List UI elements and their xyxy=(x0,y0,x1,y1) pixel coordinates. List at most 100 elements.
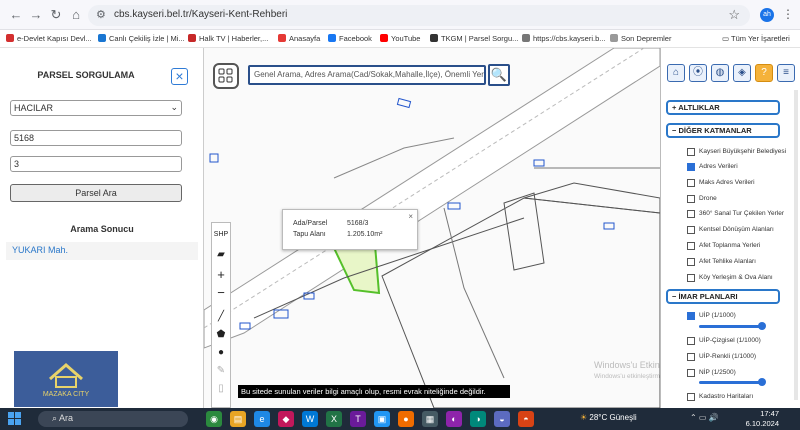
imar-checkbox[interactable] xyxy=(687,369,695,377)
map-view[interactable]: Genel Arama, Adres Arama(Cad/Sokak,Mahal… xyxy=(204,48,660,408)
site-info-icon[interactable]: ⚙ xyxy=(96,8,106,21)
measure-line-icon[interactable]: ╱ xyxy=(212,309,230,325)
windows-start-icon[interactable] xyxy=(8,412,22,426)
bookmark-favicon-icon xyxy=(6,34,14,42)
app-icon[interactable]: ▦ xyxy=(422,411,438,427)
close-button[interactable]: × xyxy=(171,68,188,85)
parsel-input[interactable]: 3 xyxy=(10,156,182,172)
polygon-icon[interactable]: ⬟ xyxy=(212,327,230,343)
layer-checkbox[interactable] xyxy=(687,258,695,266)
layer-checkbox[interactable] xyxy=(687,274,695,282)
address-bar[interactable]: ⚙ cbs.kayseri.bel.tr/Kayseri-Kent-Rehber… xyxy=(88,5,750,26)
bookmark-item[interactable]: Anasayfa xyxy=(278,34,320,43)
app-icon[interactable]: ◆ xyxy=(278,411,294,427)
popup-close-icon[interactable]: × xyxy=(408,212,413,221)
bookmark-item[interactable]: Halk TV | Haberler,... xyxy=(188,34,268,43)
section-imar-label: İMAR PLANLARI xyxy=(678,292,738,301)
app-icon[interactable]: ◒ xyxy=(494,411,510,427)
parcel-info-popup: × Ada/Parsel 5168/3 Tapu Alanı 1.205.10m… xyxy=(282,209,418,250)
hamburger-icon[interactable]: ≡ xyxy=(777,64,795,82)
building-marker xyxy=(533,159,545,167)
bookmark-item[interactable]: https://cbs.kayseri.b... xyxy=(522,34,606,43)
parcel-search-button[interactable]: Parsel Ara xyxy=(10,184,182,202)
imar-checkbox[interactable] xyxy=(687,393,695,401)
opacity-slider[interactable] xyxy=(699,322,766,330)
layer-checkbox[interactable] xyxy=(687,195,695,203)
bookmark-favicon-icon xyxy=(328,34,336,42)
section-imar[interactable]: − İMAR PLANLARI xyxy=(666,289,780,304)
back-icon[interactable]: ← xyxy=(8,7,24,23)
scrollbar[interactable] xyxy=(794,90,798,400)
home-icon[interactable]: ⌂ xyxy=(68,7,84,23)
map-search-button[interactable]: 🔍 xyxy=(488,64,510,86)
layer-checkbox[interactable] xyxy=(687,148,695,156)
globe-icon[interactable]: ◍ xyxy=(711,64,729,82)
home-map-icon[interactable]: ⌂ xyxy=(667,64,685,82)
help-icon[interactable]: ? xyxy=(755,64,773,82)
app-icon[interactable]: ● xyxy=(398,411,414,427)
layer-checkbox[interactable] xyxy=(687,242,695,250)
bookmark-star-icon[interactable]: ☆ xyxy=(728,7,740,23)
profile-avatar[interactable]: ah xyxy=(760,8,774,22)
app-icon[interactable]: ◓ xyxy=(518,411,534,427)
layer-checkbox[interactable] xyxy=(687,163,695,171)
bookmark-item[interactable]: TKGM | Parsel Sorgu... xyxy=(430,34,518,43)
edit-icon[interactable]: ✎ xyxy=(212,363,230,379)
bookmark-item[interactable]: Facebook xyxy=(328,34,372,43)
excel-icon[interactable]: X xyxy=(326,411,342,427)
layer-checkbox[interactable] xyxy=(687,210,695,218)
trash-icon[interactable]: ▯ xyxy=(212,381,230,397)
imar-checkbox[interactable] xyxy=(687,312,695,320)
bookmark-item[interactable]: Canlı Çekiliş İzle | Mi... xyxy=(98,34,185,43)
app-icon[interactable]: ◑ xyxy=(470,411,486,427)
map-search-input[interactable]: Genel Arama, Adres Arama(Cad/Sokak,Mahal… xyxy=(248,65,486,85)
chevron-down-icon: ⌄ xyxy=(170,102,178,112)
bookmark-label: Canlı Çekiliş İzle | Mi... xyxy=(109,34,185,43)
word-icon[interactable]: W xyxy=(302,411,318,427)
teams-icon[interactable]: T xyxy=(350,411,366,427)
layer-checkbox[interactable] xyxy=(687,226,695,234)
file-explorer-icon[interactable]: ▤ xyxy=(230,411,246,427)
bookmark-item[interactable]: e-Devlet Kapısı Devl... xyxy=(6,34,92,43)
menu-icon[interactable]: ⋮ xyxy=(782,7,794,21)
bookmark-item[interactable]: YouTube xyxy=(380,34,420,43)
slider-knob[interactable] xyxy=(758,322,766,330)
grid-menu-button[interactable] xyxy=(213,63,239,89)
windows-activation-watermark: Windows'u Etkinleştir Windows'u etkinleş… xyxy=(594,360,660,382)
tapu-area-value: 1.205.10m² xyxy=(347,231,383,238)
edge-icon[interactable]: e xyxy=(254,411,270,427)
system-tray[interactable]: ⌃ ▭ 🔊 xyxy=(690,413,719,422)
all-bookmarks[interactable]: ▭ Tüm Yer İşaretleri xyxy=(722,34,790,43)
layers-icon[interactable]: ◈ xyxy=(733,64,751,82)
folder-icon[interactable]: ▰ xyxy=(212,247,230,263)
result-item[interactable]: YUKARI Mah. xyxy=(6,242,198,260)
main-road xyxy=(204,48,660,349)
browser-toolbar: ← → ↻ ⌂ ⚙ cbs.kayseri.bel.tr/Kayseri-Ken… xyxy=(0,0,800,30)
location-pin-icon[interactable]: ⦿ xyxy=(689,64,707,82)
zoom-in-button[interactable]: + xyxy=(212,267,230,283)
ada-input[interactable]: 5168 xyxy=(10,130,182,146)
layer-checkbox[interactable] xyxy=(687,179,695,187)
forward-icon[interactable]: → xyxy=(28,7,44,23)
clock[interactable]: 17:47 6.10.2024 xyxy=(735,409,779,429)
reload-icon[interactable]: ↻ xyxy=(48,7,64,23)
bookmark-item[interactable]: Son Depremler xyxy=(610,34,671,43)
slider-knob[interactable] xyxy=(758,378,766,386)
app-icon[interactable]: ◐ xyxy=(446,411,462,427)
zoom-out-button[interactable]: − xyxy=(212,285,230,301)
weather-widget[interactable]: ☀ 28°C Güneşli xyxy=(580,413,637,422)
opacity-slider[interactable] xyxy=(699,378,766,386)
section-diger[interactable]: − DİĞER KATMANLAR xyxy=(666,123,780,138)
imar-label: UİP-Çizgisel (1/1000) xyxy=(699,337,761,344)
layer-label: Maks Adres Verileri xyxy=(699,179,755,186)
imar-checkbox[interactable] xyxy=(687,353,695,361)
imar-checkbox[interactable] xyxy=(687,337,695,345)
taskbar-search[interactable]: ⌕ Ara xyxy=(38,411,188,427)
mazaka-city-logo: MAZAKA CITY xyxy=(14,351,118,407)
district-select[interactable]: HACILAR ⌄ xyxy=(10,100,182,116)
section-altliklar[interactable]: + ALTLIKLAR xyxy=(666,100,780,115)
photos-icon[interactable]: ▣ xyxy=(374,411,390,427)
point-icon[interactable]: ● xyxy=(212,345,230,361)
shp-button[interactable]: SHP xyxy=(212,227,230,243)
chrome-icon[interactable]: ◉ xyxy=(206,411,222,427)
